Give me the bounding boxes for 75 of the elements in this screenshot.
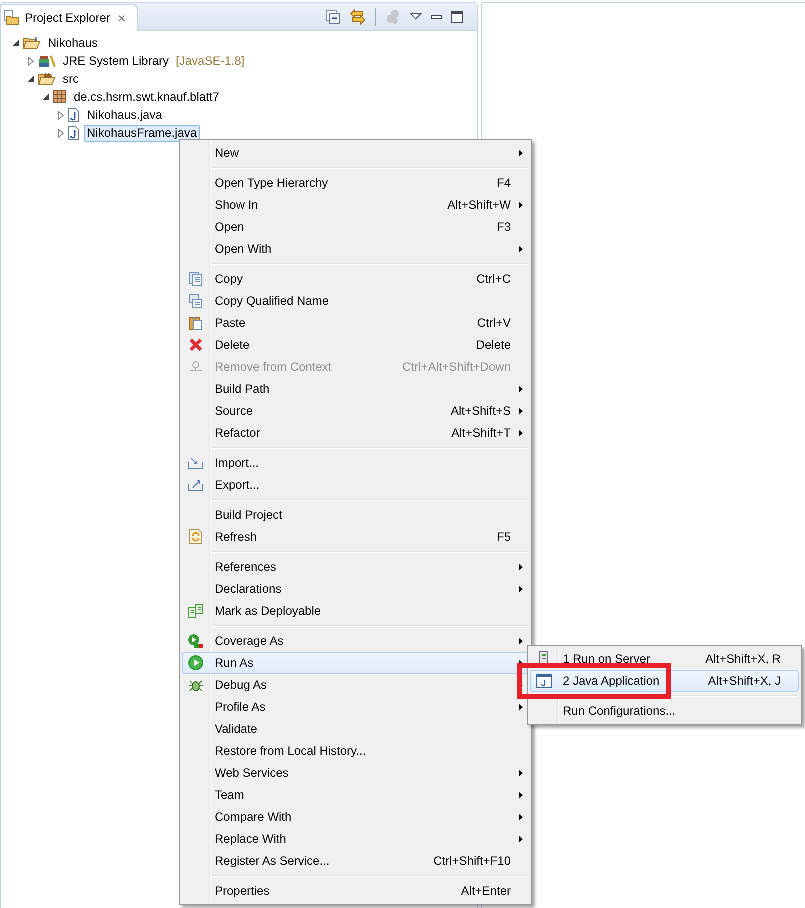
menu-item[interactable]: Team bbox=[182, 784, 529, 806]
view-tab[interactable]: Project Explorer ⨯ bbox=[0, 4, 138, 31]
menu-item[interactable]: Show In Alt+Shift+W bbox=[182, 194, 529, 216]
menu-item[interactable]: Mark as Deployable bbox=[182, 600, 529, 622]
menu-item[interactable]: Web Services bbox=[182, 762, 529, 784]
view-title: Project Explorer bbox=[25, 11, 110, 25]
menu-item[interactable]: Register As Service... Ctrl+Shift+F10 bbox=[182, 850, 529, 872]
collapse-all-icon[interactable] bbox=[325, 9, 341, 25]
pin-icon bbox=[189, 361, 203, 373]
menu-item[interactable]: Export... bbox=[182, 474, 529, 496]
menu-item[interactable]: Debug As bbox=[182, 674, 529, 696]
menu-item[interactable]: Declarations bbox=[182, 578, 529, 600]
tree-item[interactable]: de.cs.hsrm.swt.knauf.blatt7 bbox=[71, 88, 222, 106]
books-icon bbox=[38, 54, 56, 68]
menu-item[interactable]: Properties Alt+Enter bbox=[182, 880, 529, 902]
window-icon bbox=[536, 674, 552, 688]
copy-icon bbox=[189, 272, 203, 286]
folder-icon bbox=[38, 72, 56, 86]
view-menu-icon[interactable] bbox=[409, 12, 423, 22]
tree-item[interactable]: Nikohaus.java bbox=[84, 106, 166, 124]
menu-item[interactable]: Run As bbox=[182, 652, 529, 674]
collapsed-arrow-icon[interactable] bbox=[28, 56, 34, 66]
tree-item[interactable]: NikohausFrame.java bbox=[84, 124, 200, 142]
tree-item[interactable]: JRE System Library bbox=[60, 52, 172, 70]
refresh-icon bbox=[189, 529, 203, 545]
collapsed-arrow-icon[interactable] bbox=[58, 110, 64, 120]
menu-item[interactable]: Replace With bbox=[182, 828, 529, 850]
expanded-arrow-icon[interactable] bbox=[28, 76, 34, 82]
tree-item[interactable]: Nikohaus bbox=[45, 34, 102, 52]
menu-item[interactable]: Import... bbox=[182, 452, 529, 474]
expanded-arrow-icon[interactable] bbox=[12, 40, 20, 46]
java-file-icon bbox=[68, 108, 80, 122]
maximize-icon[interactable] bbox=[451, 11, 463, 23]
menu-item[interactable]: Build Path bbox=[182, 378, 529, 400]
run-icon bbox=[188, 655, 204, 671]
clipboard-icon bbox=[189, 316, 203, 330]
menu-item[interactable]: Open F3 bbox=[182, 216, 529, 238]
menu-item[interactable]: Paste Ctrl+V bbox=[182, 312, 529, 334]
delete-icon bbox=[189, 338, 203, 352]
menu-item[interactable]: Restore from Local History... bbox=[182, 740, 529, 762]
menu-item[interactable]: Source Alt+Shift+S bbox=[182, 400, 529, 422]
documents-icon bbox=[188, 604, 204, 618]
package-icon bbox=[53, 90, 67, 104]
folder-icon bbox=[4, 10, 20, 26]
expanded-arrow-icon[interactable] bbox=[42, 94, 50, 100]
java-file-icon bbox=[68, 126, 80, 140]
coverage-icon bbox=[188, 634, 204, 648]
link-icon[interactable] bbox=[349, 9, 367, 25]
bug-icon bbox=[188, 678, 204, 692]
menu-item[interactable]: Copy Ctrl+C bbox=[182, 268, 529, 290]
export-icon bbox=[188, 478, 204, 492]
menu-item[interactable]: Profile As bbox=[182, 696, 529, 718]
menu-item[interactable]: References bbox=[182, 556, 529, 578]
menu-item[interactable]: Compare With bbox=[182, 806, 529, 828]
menu-item[interactable]: Open With bbox=[182, 238, 529, 260]
menu-item[interactable]: Run Configurations... bbox=[530, 700, 799, 722]
menu-item[interactable]: Build Project bbox=[182, 504, 529, 526]
menu-item[interactable]: New bbox=[182, 142, 529, 164]
menu-item[interactable]: 2 Java Application Alt+Shift+X, J bbox=[530, 670, 799, 692]
copy-icon bbox=[189, 294, 203, 308]
menu-item[interactable]: Copy Qualified Name bbox=[182, 290, 529, 312]
collapsed-arrow-icon[interactable] bbox=[58, 128, 64, 138]
tree-item[interactable]: src bbox=[60, 70, 82, 88]
menu-item[interactable]: 1 Run on Server Alt+Shift+X, R bbox=[530, 648, 799, 670]
menu-item[interactable]: Refactor Alt+Shift+T bbox=[182, 422, 529, 444]
toolbar-divider-icon bbox=[375, 8, 377, 26]
menu-item[interactable]: Validate bbox=[182, 718, 529, 740]
tree-decoration: [JavaSE-1.8] bbox=[176, 54, 245, 68]
menu-item[interactable]: Coverage As bbox=[182, 630, 529, 652]
menu-item[interactable]: Refresh F5 bbox=[182, 526, 529, 548]
close-button[interactable]: ⨯ bbox=[115, 12, 129, 24]
folder-icon bbox=[23, 36, 41, 50]
import-icon bbox=[188, 456, 204, 470]
menu-item[interactable]: Delete Delete bbox=[182, 334, 529, 356]
menu-item[interactable]: Open Type Hierarchy F4 bbox=[182, 172, 529, 194]
